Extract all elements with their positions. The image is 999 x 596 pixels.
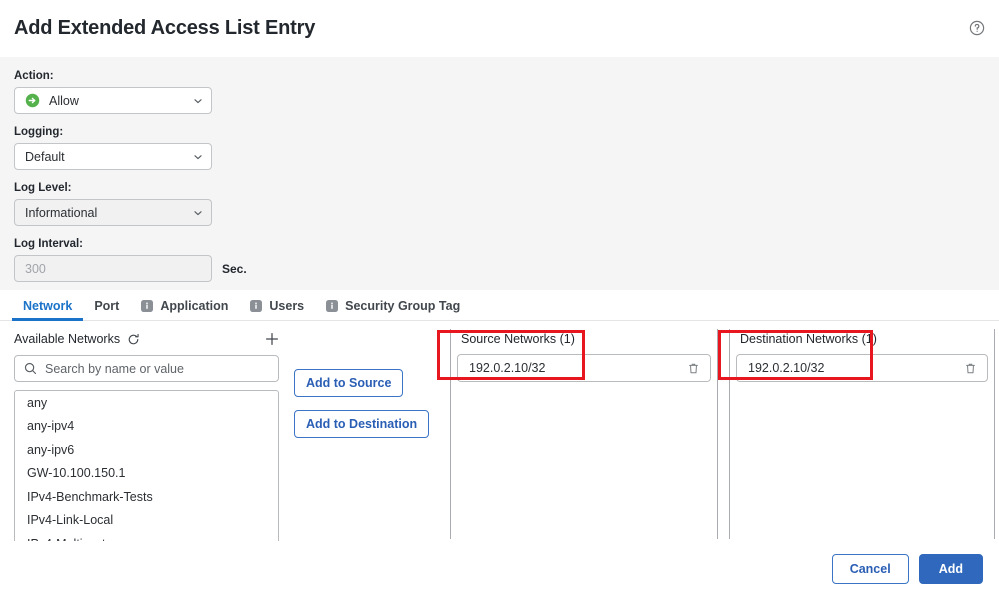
tab-label: Security Group Tag [345,299,461,313]
destination-networks-panel: Destination Networks (1) 192.0.2.10/32 [729,329,995,539]
log-level-label: Log Level: [14,182,72,194]
tab-security-group-tag[interactable]: Security Group Tag [315,290,471,320]
available-networks-title: Available Networks [14,332,121,346]
add-button[interactable]: Add [918,553,983,584]
search-input[interactable] [45,361,269,376]
destination-networks-title: Destination Networks (1) [740,332,877,346]
tab-label: Port [94,299,120,313]
source-network-value: 192.0.2.10/32 [469,361,546,375]
tab-label: Users [269,299,305,313]
tab-application[interactable]: Application [130,290,239,320]
action-select[interactable]: Allow [14,87,212,114]
chevron-down-icon [193,96,203,106]
available-networks-panel: Available Networks any any-ipv4 a [14,329,279,547]
logging-field: Logging: Default [14,125,985,170]
log-level-field: Log Level: Informational [14,181,985,226]
log-interval-field: Log Interval: Sec. [14,237,985,282]
allow-arrow-icon [25,93,40,108]
add-network-icon[interactable] [265,332,279,346]
source-networks-panel: Source Networks (1) 192.0.2.10/32 [450,329,718,539]
list-item[interactable]: any [15,391,278,415]
entry-settings-form: Action: Allow Logging: Default Log Level… [0,57,999,290]
chevron-down-icon [193,208,203,218]
transfer-buttons: Add to Source Add to Destination [294,369,430,438]
log-level-select[interactable]: Informational [14,199,212,226]
tab-port[interactable]: Port [83,290,130,320]
logging-select[interactable]: Default [14,143,212,170]
list-item[interactable]: any-ipv4 [15,415,278,439]
logging-label: Logging: [14,126,64,138]
trash-icon[interactable] [964,362,977,375]
list-item[interactable]: any-ipv6 [15,438,278,462]
list-item[interactable]: IPv4-Link-Local [15,509,278,533]
page-title: Add Extended Access List Entry [14,17,316,39]
log-interval-unit: Sec. [222,261,247,276]
log-interval-label: Log Interval: [14,238,84,250]
source-network-entry[interactable]: 192.0.2.10/32 [457,354,711,382]
tab-label: Network [23,299,73,313]
log-level-value: Informational [25,205,98,220]
dialog-footer: Cancel Add [0,541,999,596]
info-icon [141,300,154,312]
action-value: Allow [49,93,79,108]
info-icon [250,300,263,312]
log-interval-input[interactable] [14,255,212,282]
refresh-icon[interactable] [127,333,140,346]
list-item[interactable]: GW-10.100.150.1 [15,462,278,486]
search-networks-box[interactable] [14,355,279,382]
help-circle-icon[interactable] [969,20,985,36]
network-tab-content: Available Networks any any-ipv4 a [0,321,999,561]
search-icon [24,362,37,375]
tab-bar: Network Port Application Users Security … [0,290,999,321]
destination-network-value: 192.0.2.10/32 [748,361,825,375]
trash-icon[interactable] [687,362,700,375]
add-to-source-button[interactable]: Add to Source [294,369,404,397]
add-to-destination-button[interactable]: Add to Destination [294,410,430,438]
chevron-down-icon [193,152,203,162]
logging-value: Default [25,149,65,164]
cancel-button[interactable]: Cancel [831,553,909,584]
tab-users[interactable]: Users [239,290,315,320]
info-icon [326,300,339,312]
source-networks-title: Source Networks (1) [461,332,575,346]
action-label: Action: [14,70,54,82]
action-field: Action: Allow [14,69,985,114]
dialog-header: Add Extended Access List Entry [0,0,999,57]
tab-label: Application [160,299,229,313]
list-item[interactable]: IPv4-Benchmark-Tests [15,485,278,509]
tab-network[interactable]: Network [12,290,84,321]
available-networks-list[interactable]: any any-ipv4 any-ipv6 GW-10.100.150.1 IP… [14,390,279,547]
destination-network-entry[interactable]: 192.0.2.10/32 [736,354,988,382]
